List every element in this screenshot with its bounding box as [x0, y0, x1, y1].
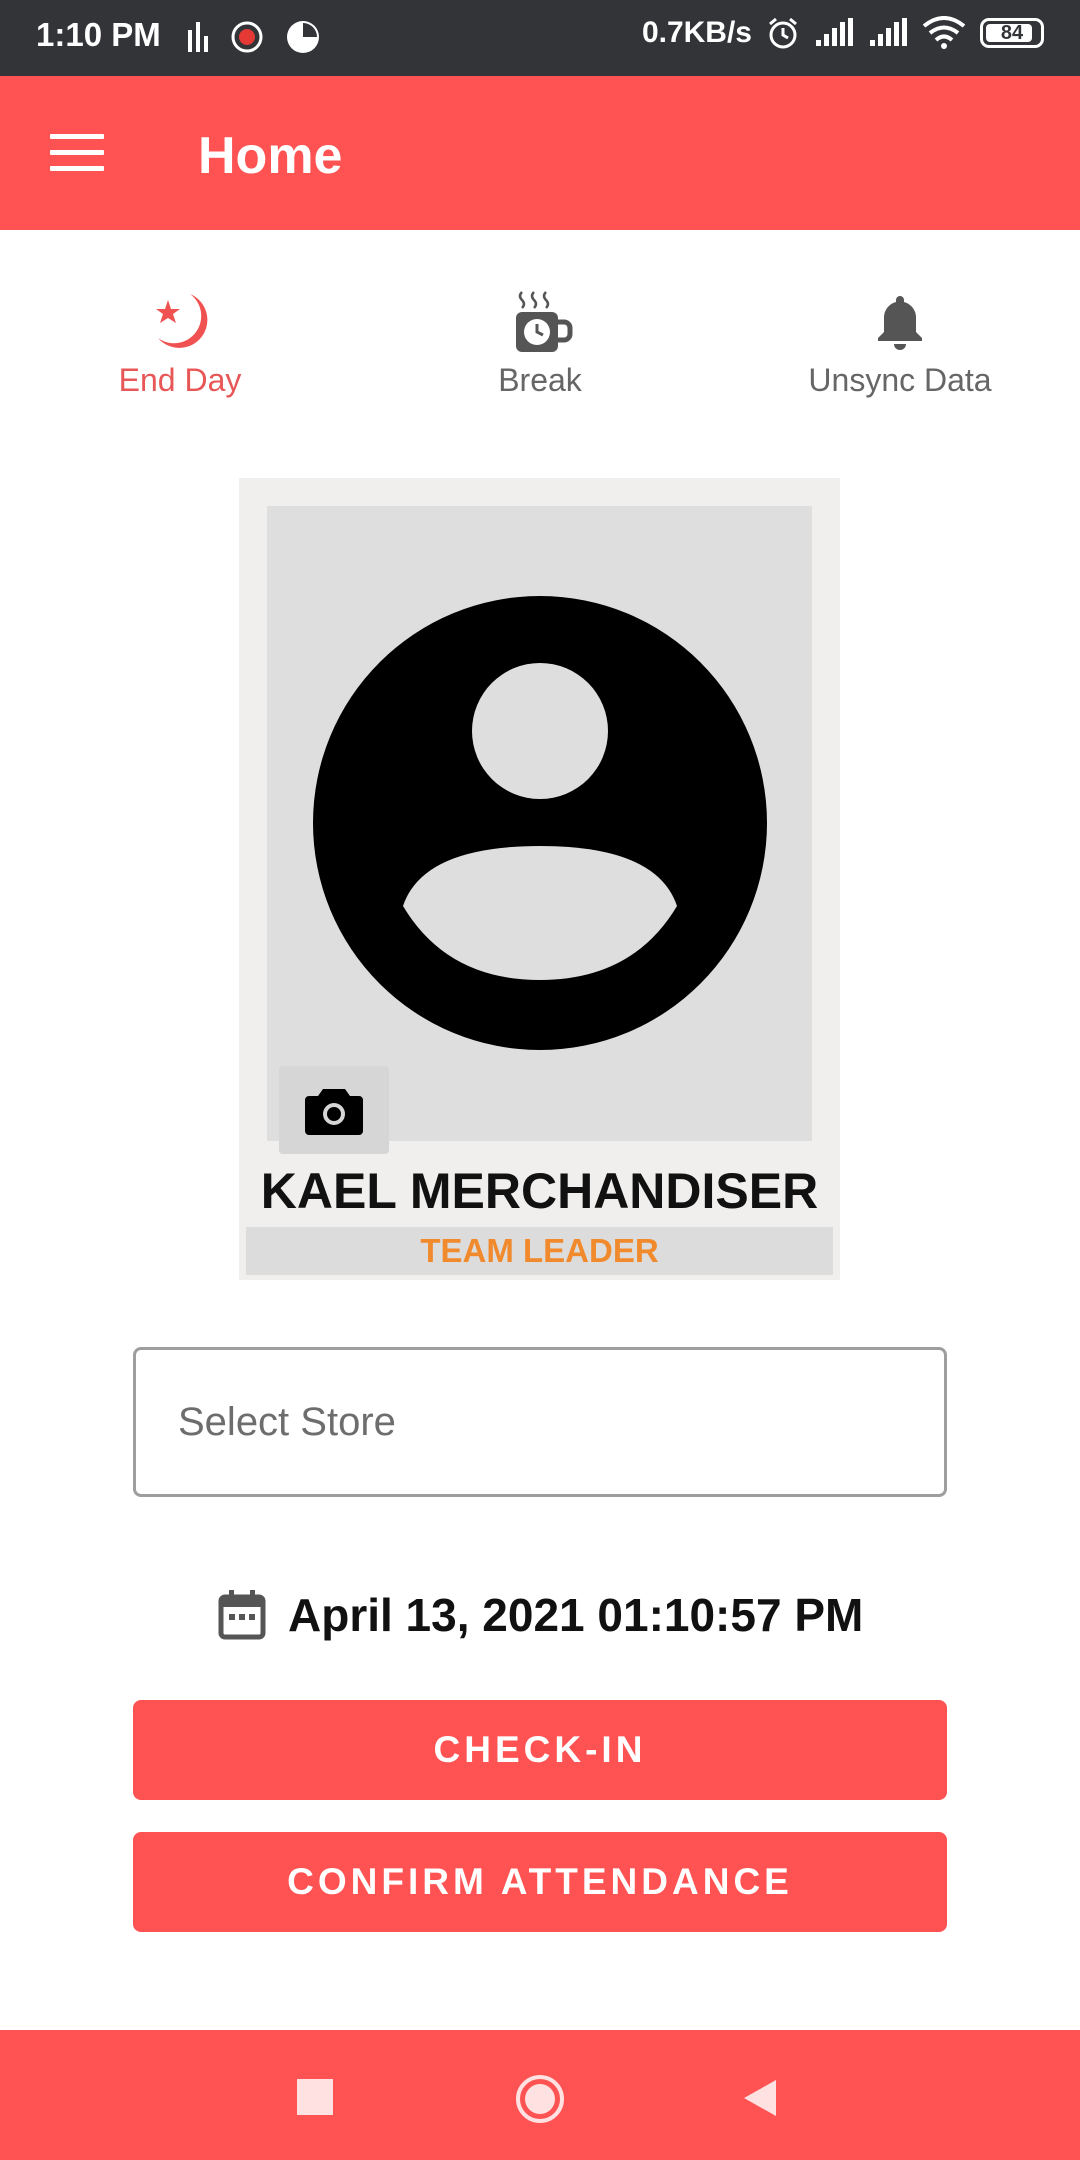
alarm-icon [769, 17, 797, 49]
cell-signal-icon [816, 18, 853, 46]
cell-signal-2-icon [870, 18, 907, 46]
break-label: Break [498, 362, 582, 398]
coffee-cup-icon [516, 291, 573, 352]
record-icon [231, 21, 263, 53]
battery-icon: 84 [980, 18, 1044, 48]
end-day-label: End Day [118, 362, 242, 398]
avatar-placeholder-icon [313, 596, 767, 1050]
confirm-attendance-button[interactable]: CONFIRM ATTENDANCE [133, 1832, 947, 1932]
bell-icon [878, 296, 922, 350]
check-in-button[interactable]: CHECK-IN [133, 1700, 947, 1800]
status-bar: 1:10 PM 0.7KB/s 84 [0, 0, 1080, 76]
profile-photo [267, 506, 812, 1154]
home-nav-icon[interactable] [515, 2074, 565, 2124]
end-day-button[interactable]: End Day [30, 290, 330, 399]
select-store-placeholder: Select Store [178, 1400, 396, 1444]
recents-icon[interactable] [297, 2079, 333, 2115]
break-button[interactable]: Break [390, 290, 690, 399]
signal-bars-icon [188, 22, 208, 52]
unsync-data-button[interactable]: Unsync Data [750, 290, 1050, 399]
role-badge: TEAM LEADER [246, 1227, 833, 1275]
datetime-display: April 13, 2021 01:10:57 PM [218, 1588, 863, 1642]
profile-card: KAEL MERCHANDISER TEAM LEADER [239, 478, 840, 1280]
camera-icon [305, 1089, 363, 1135]
net-speed: 0.7KB/s [641, 16, 752, 49]
status-left-icons [186, 18, 322, 56]
back-nav-icon[interactable] [740, 2076, 780, 2120]
profile-name: KAEL MERCHANDISER [260, 1163, 819, 1219]
data-usage-icon [287, 21, 319, 53]
wifi-icon [922, 16, 966, 49]
select-store-field[interactable]: Select Store [133, 1347, 947, 1497]
hamburger-menu-icon[interactable] [50, 134, 104, 174]
moon-star-icon [156, 294, 208, 348]
battery-level: 84 [1000, 21, 1024, 44]
page-title: Home [198, 127, 343, 185]
status-right: 0.7KB/s 84 [642, 16, 1044, 50]
system-nav-bar [0, 2030, 1080, 2160]
role-text: TEAM LEADER [420, 1232, 659, 1269]
datetime-text: April 13, 2021 01:10:57 PM [288, 1589, 864, 1641]
status-time: 1:10 PM [36, 16, 161, 53]
calendar-icon [218, 1590, 266, 1640]
unsync-data-label: Unsync Data [808, 362, 992, 398]
camera-button[interactable] [279, 1066, 389, 1154]
app-bar: Home [0, 76, 1080, 230]
top-actions: End Day Break Unsync Data [0, 290, 1080, 420]
